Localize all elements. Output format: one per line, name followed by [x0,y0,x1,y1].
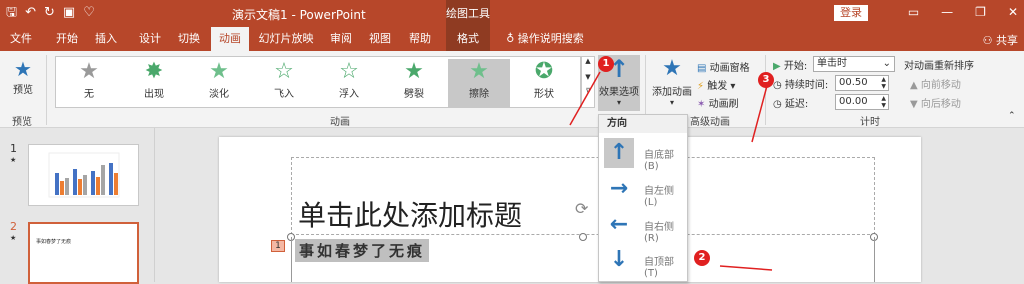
annotation-arrow-3 [751,81,769,143]
annotation-arrows [569,71,773,271]
annotation-badge-3: 3 [758,72,774,88]
annotation-badge-2: 2 [694,250,710,266]
annotation-arrow-2 [719,265,773,271]
annotation-badge-1: 1 [598,56,614,72]
annotation-arrow-1 [569,71,601,126]
